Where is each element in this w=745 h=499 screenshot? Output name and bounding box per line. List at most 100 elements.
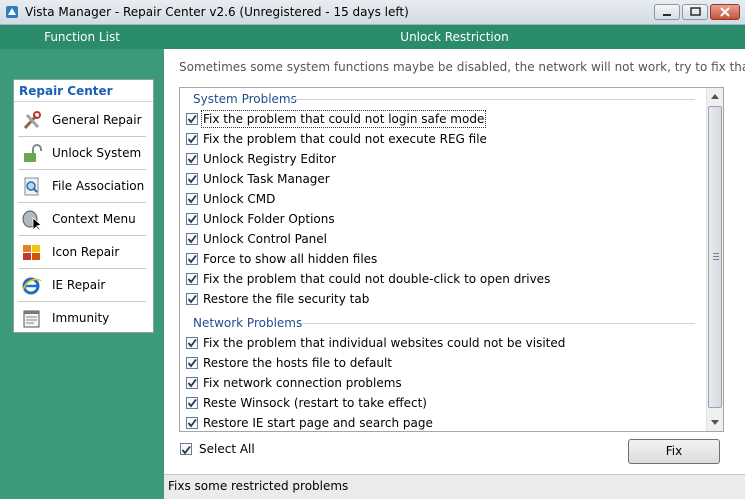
checklist-item-label: Fix the problem that could not login saf… [200,110,487,128]
vertical-scrollbar[interactable] [706,88,723,431]
checkbox[interactable] [186,273,198,285]
check-icon [187,114,197,124]
checklist-item-label: Restore IE start page and search page [203,416,433,430]
checklist-item-label: Restore the file security tab [203,292,370,306]
nav-label: Immunity [52,311,110,325]
unlock-restriction-header: Unlock Restriction [164,25,745,49]
checklist-item-label: Fix the problem that could not double-cl… [203,272,551,286]
checklist-item-label: Unlock Task Manager [203,172,330,186]
thumb-grip [713,256,719,257]
checkbox[interactable] [186,173,198,185]
restriction-checklist: System Problems Fix the problem that cou… [179,87,724,432]
checkbox[interactable] [186,253,198,265]
arrow-down-icon [711,420,719,425]
checkbox[interactable] [186,133,198,145]
nav-label: Icon Repair [52,245,120,259]
group-divider [302,323,695,324]
checklist-item-label: Force to show all hidden files [203,252,378,266]
check-icon [187,398,197,408]
checkbox[interactable] [186,153,198,165]
unlock-icon [24,144,42,162]
nav-item-context-menu[interactable]: Context Menu [18,203,146,236]
checklist-item-label: Unlock Registry Editor [203,152,336,166]
checkbox[interactable] [186,213,198,225]
scroll-thumb[interactable] [708,106,722,408]
ie-icon [22,277,42,295]
mouse-cursor-icon [22,210,42,230]
fix-button[interactable]: Fix [628,439,720,464]
nav-item-file-association[interactable]: File Association [18,170,146,203]
app-icon [6,6,18,18]
check-icon [187,254,197,264]
nav-label: Context Menu [52,212,136,226]
check-icon [187,378,197,388]
nav-label: IE Repair [52,278,106,292]
maximize-icon [690,7,701,16]
check-icon [187,194,197,204]
arrow-up-icon [711,94,719,99]
checklist-item-label: Unlock Folder Options [203,212,335,226]
check-icon [187,134,197,144]
group-title-network-problems: Network Problems [193,316,303,330]
checkbox[interactable] [186,397,198,409]
checkbox[interactable] [186,233,198,245]
app-window: Vista Manager - Repair Center v2.6 (Unre… [0,0,745,499]
function-list-header: Function List [0,25,164,49]
nav-label: Unlock System [52,146,142,160]
checkbox[interactable] [186,417,198,429]
scroll-down-button[interactable] [707,414,723,431]
thumb-grip [713,253,719,254]
checkbox[interactable] [186,337,198,349]
check-icon [187,274,197,284]
repair-center-title: Repair Center [19,84,113,98]
function-list-panel: Function List Repair Center General Repa… [0,25,164,499]
group-divider [292,99,695,100]
nav-item-unlock-system[interactable]: Unlock System [18,137,146,170]
maximize-button[interactable] [682,4,708,20]
checkbox[interactable] [186,357,198,369]
check-icon [187,358,197,368]
checklist-item-label: Unlock Control Panel [203,232,327,246]
status-text: Fixs some restricted problems [168,479,349,493]
file-search-icon [24,177,39,196]
checkbox[interactable] [186,293,198,305]
checkbox[interactable] [186,193,198,205]
checklist-item-label: Unlock CMD [203,192,276,206]
window-title: Vista Manager - Repair Center v2.6 (Unre… [25,5,409,19]
check-icon [187,174,197,184]
nav-label: File Association [52,179,145,193]
check-icon [187,154,197,164]
checkbox[interactable] [186,377,198,389]
checklist-item-label: Restore the hosts file to default [203,356,392,370]
nav-item-ie-repair[interactable]: IE Repair [18,269,146,302]
checkbox[interactable] [180,443,192,455]
checklist-item-label: Fix network connection problems [203,376,402,390]
checklist-item-label: Fix the problem that could not execute R… [203,132,487,146]
repair-center-nav: Repair Center General Repair Unlock Syst… [13,79,154,333]
nav-item-general-repair[interactable]: General Repair [18,104,146,137]
scroll-up-button[interactable] [707,88,723,105]
tools-icon [23,111,41,130]
checklist-item-label: Fix the problem that individual websites… [203,336,566,350]
check-icon [187,214,197,224]
nav-item-icon-repair[interactable]: Icon Repair [18,236,146,269]
nav-item-immunity[interactable]: Immunity [18,302,146,335]
description-text: Sometimes some system functions maybe be… [179,60,745,74]
checklist-item-label: Reste Winsock (restart to take effect) [203,396,427,410]
nav-label: General Repair [52,113,142,127]
icon-grid-icon [23,245,40,260]
checkbox[interactable] [186,113,198,125]
minimize-icon [663,14,671,16]
thumb-grip [713,259,719,260]
check-icon [187,234,197,244]
check-icon [187,294,197,304]
status-bar: Fixs some restricted problems [164,474,745,499]
check-icon [187,338,197,348]
select-all-label: Select All [199,442,255,456]
minimize-button[interactable] [654,4,680,20]
nav-title-divider [14,101,153,102]
close-button[interactable] [710,4,740,20]
check-icon [187,418,197,428]
title-bar[interactable]: Vista Manager - Repair Center v2.6 (Unre… [0,0,745,25]
group-title-system-problems: System Problems [193,92,297,106]
